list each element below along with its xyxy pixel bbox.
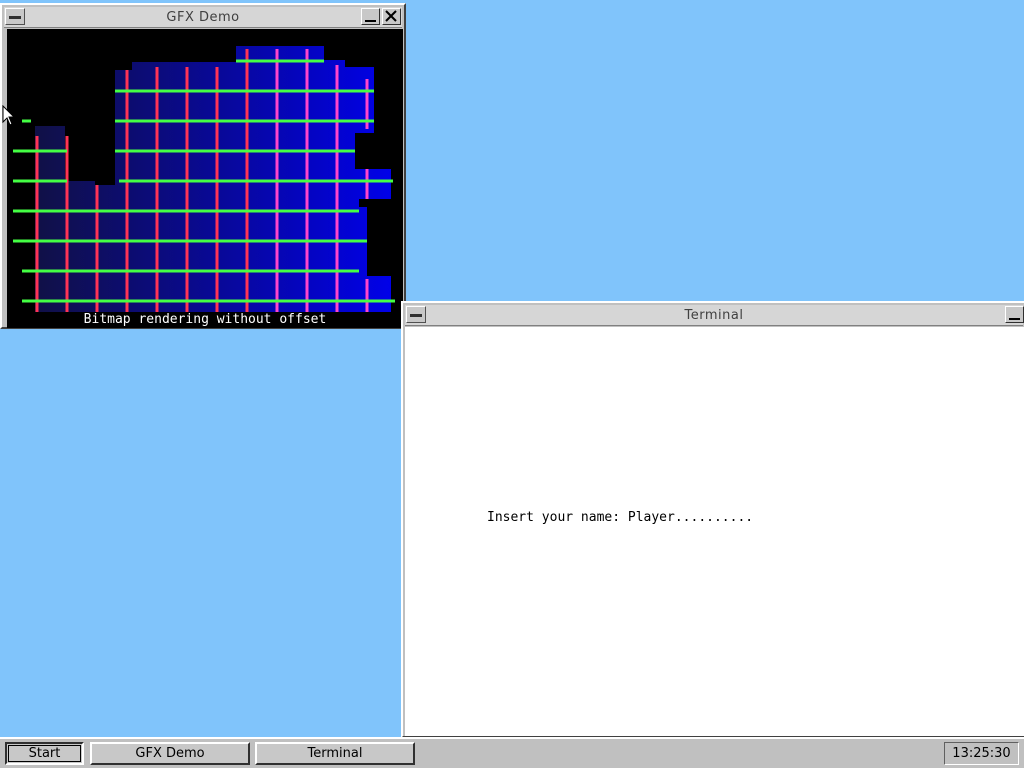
terminal-title: Terminal xyxy=(684,308,744,323)
minimize-icon xyxy=(1009,318,1020,320)
start-label: Start xyxy=(28,746,61,761)
mouse-pointer-icon xyxy=(2,105,16,126)
taskbar-item-gfx-demo[interactable]: GFX Demo xyxy=(90,742,250,765)
bitmap-canvas xyxy=(7,29,403,312)
taskbar-item-terminal[interactable]: Terminal xyxy=(255,742,415,765)
gfx-demo-titlebar[interactable]: GFX Demo xyxy=(4,7,402,28)
start-button[interactable]: Start xyxy=(5,742,84,765)
system-menu-icon[interactable] xyxy=(406,306,426,323)
taskbar: Start GFX Demo Terminal 13:25:30 xyxy=(0,737,1024,768)
gfx-demo-title: GFX Demo xyxy=(166,10,240,25)
clock: 13:25:30 xyxy=(944,742,1019,765)
gfx-demo-caption: Bitmap rendering without offset xyxy=(7,312,403,328)
terminal-body[interactable]: Insert your name: Player.......... xyxy=(405,327,1024,736)
minimize-button[interactable] xyxy=(1005,306,1024,323)
system-menu-icon[interactable] xyxy=(5,8,25,25)
minimize-button[interactable] xyxy=(361,8,380,25)
minimize-icon xyxy=(365,20,376,22)
bitmap-render xyxy=(7,29,403,312)
terminal-titlebar[interactable]: Terminal xyxy=(405,305,1024,326)
terminal-prompt-line: Insert your name: Player.......... xyxy=(487,510,754,525)
gfx-demo-window: GFX Demo Bitmap rendering without offset xyxy=(0,3,406,329)
terminal-window: Terminal Insert your name: Player.......… xyxy=(401,301,1024,738)
close-button[interactable] xyxy=(382,8,401,25)
close-icon xyxy=(385,10,397,22)
